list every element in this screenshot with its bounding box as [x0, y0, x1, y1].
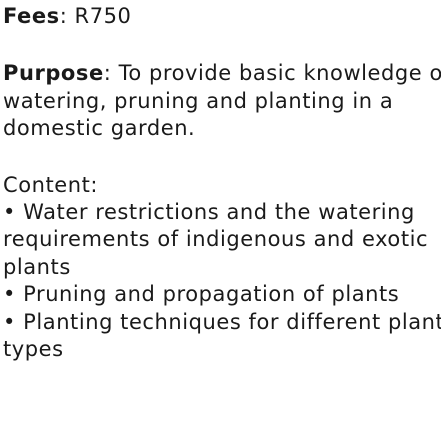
list-item-line: • Pruning and propagation of plants: [3, 281, 439, 308]
purpose-label: Purpose: [3, 61, 104, 86]
fees-separator: :: [59, 4, 75, 28]
list-item-text: Pruning and propagation of plants: [23, 282, 400, 307]
content-list: • Water restrictions and the watering re…: [3, 199, 441, 364]
bullet-icon: •: [3, 282, 16, 307]
list-item-text: Water restrictions and the watering: [23, 200, 415, 225]
purpose-line-2: watering, pruning and planting in a: [3, 88, 394, 113]
purpose-text-1: To provide basic knowledge of: [118, 61, 441, 86]
purpose-line-1: Purpose: To provide basic knowledge of: [3, 60, 441, 87]
list-item-line: requirements of indigenous and exotic: [3, 227, 429, 252]
course-info-document: Fees: R750 Purpose: To provide basic kno…: [3, 0, 441, 364]
list-item: • Planting techniques for different plan…: [3, 309, 441, 364]
bullet-icon: •: [3, 309, 16, 334]
list-item-line: types: [3, 337, 64, 362]
fees-label: Fees: [3, 4, 60, 28]
list-item-text: Planting techniques for different plant: [23, 309, 441, 334]
purpose-separator: :: [103, 61, 119, 86]
list-item-line: plants: [3, 254, 71, 279]
fees-line: Fees: R750: [3, 3, 439, 30]
list-item-line: • Planting techniques for different plan…: [3, 309, 441, 336]
content-section: Content: • Water restrictions and the wa…: [3, 172, 441, 364]
purpose-section: Purpose: To provide basic knowledge of w…: [3, 60, 441, 142]
purpose-line-3: domestic garden.: [3, 116, 196, 141]
list-item: • Pruning and propagation of plants: [3, 281, 439, 308]
list-item-line: • Water restrictions and the watering: [3, 199, 439, 226]
content-heading: Content:: [3, 172, 98, 197]
list-item: • Water restrictions and the watering re…: [3, 199, 439, 281]
bullet-icon: •: [3, 200, 16, 225]
fees-value: R750: [74, 4, 132, 28]
